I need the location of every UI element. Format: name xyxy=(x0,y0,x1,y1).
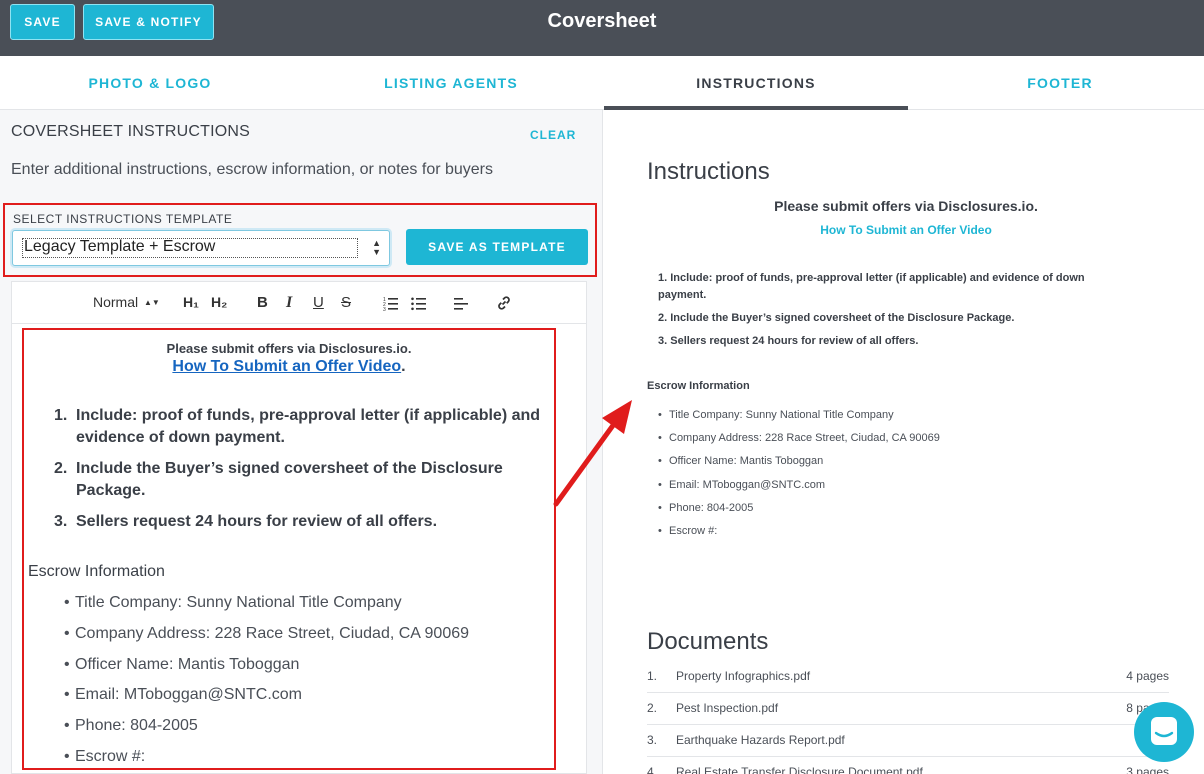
strikethrough-button[interactable]: S xyxy=(341,294,351,311)
arrow-annotation xyxy=(553,400,632,507)
coversheet-preview-panel: Instructions Please submit offers via Di… xyxy=(604,110,1204,774)
table-row[interactable]: 2. Pest Inspection.pdf 8 pages xyxy=(647,693,1169,725)
editor-intro-line: Please submit offers via Disclosures.io. xyxy=(166,341,412,356)
list-item: • Phone: 804-2005 xyxy=(658,501,754,514)
editor-video-link-line: How To Submit an Offer Video. xyxy=(24,358,554,376)
list-item: • Email: MToboggan@SNTC.com xyxy=(658,478,826,491)
template-selector-highlight: SELECT INSTRUCTIONS TEMPLATE Legacy Temp… xyxy=(3,203,597,277)
template-label: SELECT INSTRUCTIONS TEMPLATE xyxy=(13,212,233,226)
list-item: • Email: MToboggan@SNTC.com xyxy=(64,686,302,704)
list-item: • Title Company: Sunny National Title Com… xyxy=(64,594,402,611)
list-item: 2. Include the Buyer’s signed coversheet… xyxy=(658,312,1015,324)
preview-instructions-heading: Instructions xyxy=(647,158,770,185)
editor-content-highlight: Please submit offers via Disclosures.io.… xyxy=(22,328,556,770)
editor-video-link[interactable]: How To Submit an Offer Video xyxy=(172,358,401,375)
page-title: Coversheet xyxy=(547,10,657,32)
tab-listing-agents[interactable]: LISTING AGENTS xyxy=(301,56,601,110)
list-item: 1. Include: proof of funds, pre-approval … xyxy=(54,407,541,446)
tab-bar: PHOTO & LOGO LISTING AGENTS INSTRUCTIONS… xyxy=(0,56,1204,110)
document-name: Earthquake Hazards Report.pdf xyxy=(676,733,845,747)
format-dropdown-arrows-icon: ▲▼ xyxy=(144,298,160,307)
list-item: • Officer Name: Mantis Toboggan xyxy=(658,455,824,468)
chat-button[interactable] xyxy=(1134,702,1194,762)
documents-list: 1. Property Infographics.pdf 4 pages 2. … xyxy=(647,661,1169,774)
section-subtitle: Enter additional instructions, escrow in… xyxy=(11,161,494,178)
list-item: 2. Include the Buyer’s signed coversheet … xyxy=(54,460,503,499)
list-item: • Escrow #: xyxy=(64,747,146,765)
bold-button[interactable]: B xyxy=(257,294,268,311)
format-dropdown[interactable]: Normal ▲▼ xyxy=(93,294,160,310)
svg-text:3: 3 xyxy=(383,307,386,311)
bullet-list-icon[interactable] xyxy=(411,295,427,311)
top-bar: SAVE SAVE & NOTIFY Coversheet xyxy=(0,0,1204,56)
list-item: • Title Company: Sunny National Title Com… xyxy=(658,409,894,421)
save-as-template-button[interactable]: SAVE AS TEMPLATE xyxy=(406,229,588,265)
heading2-button[interactable]: H₂ xyxy=(211,294,227,310)
table-row[interactable]: 1. Property Infographics.pdf 4 pages xyxy=(647,661,1169,693)
select-arrows-icon: ▲ ▼ xyxy=(372,238,381,257)
editor-link-suffix: . xyxy=(401,358,406,375)
preview-video-link[interactable]: How To Submit an Offer Video xyxy=(604,223,1204,237)
align-left-icon[interactable] xyxy=(453,295,469,311)
document-name: Property Infographics.pdf xyxy=(676,669,811,683)
list-item: 3. Sellers request 24 hours for review of… xyxy=(54,513,438,530)
format-dropdown-label: Normal xyxy=(93,294,139,310)
rich-text-editor[interactable]: Please submit offers via Disclosures.io.… xyxy=(11,324,587,774)
editor-escrow-list: • Title Company: Sunny National Title Com… xyxy=(64,594,469,774)
tab-photo-logo[interactable]: PHOTO & LOGO xyxy=(0,56,300,110)
preview-escrow-list: • Title Company: Sunny National Title Com… xyxy=(658,409,940,548)
chat-icon xyxy=(1151,717,1177,745)
document-name: Pest Inspection.pdf xyxy=(676,701,779,715)
table-row[interactable]: 4. Real Estate Transfer Disclosure Docum… xyxy=(647,757,1169,774)
editor-toolbar: Normal ▲▼ H₁ H₂ B I U S 1 2 3 xyxy=(11,281,587,324)
list-item: • Phone: 804-2005 xyxy=(64,717,198,735)
document-pages: 4 pages xyxy=(1126,669,1169,683)
list-item: • Escrow #: xyxy=(658,524,718,537)
section-title: COVERSHEET INSTRUCTIONS xyxy=(11,123,250,140)
preview-escrow-heading: Escrow Information xyxy=(647,380,750,392)
list-item: • Company Address: 228 Race Street, Ciuda… xyxy=(658,432,940,445)
table-row[interactable]: 3. Earthquake Hazards Report.pdf xyxy=(647,725,1169,757)
list-item: 1. Include: proof of funds, pre-approval… xyxy=(658,272,1085,301)
heading1-button[interactable]: H₁ xyxy=(183,294,199,310)
list-item: • Company Address: 228 Race Street, Ciuda… xyxy=(64,624,470,642)
template-select[interactable]: Legacy Template + Escrow ▲ ▼ xyxy=(12,230,390,266)
underline-button[interactable]: U xyxy=(313,294,324,311)
editor-steps-list: 1. Include: proof of funds, pre-approval … xyxy=(54,405,554,542)
template-select-value: Legacy Template + Escrow xyxy=(24,238,216,255)
list-item: 3. Sellers request 24 hours for review o… xyxy=(658,335,919,347)
document-pages: 3 pages xyxy=(1126,765,1169,774)
list-item: • Officer Name: Mantis Toboggan xyxy=(64,655,300,673)
ordered-list-icon[interactable]: 1 2 3 xyxy=(383,295,399,311)
document-number: 1. xyxy=(647,669,658,683)
italic-button[interactable]: I xyxy=(286,294,292,312)
preview-intro-line: Please submit offers via Disclosures.io. xyxy=(774,198,1038,214)
clear-button[interactable]: CLEAR xyxy=(530,128,576,142)
document-name: Real Estate Transfer Disclosure Document… xyxy=(676,765,923,774)
document-number: 4. xyxy=(647,765,658,774)
editor-escrow-heading: Escrow Information xyxy=(28,563,165,580)
document-number: 3. xyxy=(647,733,658,747)
preview-steps-list: 1. Include: proof of funds, pre-approval… xyxy=(658,270,1128,356)
document-number: 2. xyxy=(647,701,658,715)
tab-footer[interactable]: FOOTER xyxy=(908,56,1204,110)
instructions-editor-panel: COVERSHEET INSTRUCTIONS CLEAR Enter addi… xyxy=(0,110,603,774)
preview-documents-heading: Documents xyxy=(647,628,769,655)
link-icon[interactable] xyxy=(496,295,512,311)
tab-instructions[interactable]: INSTRUCTIONS xyxy=(604,56,908,110)
